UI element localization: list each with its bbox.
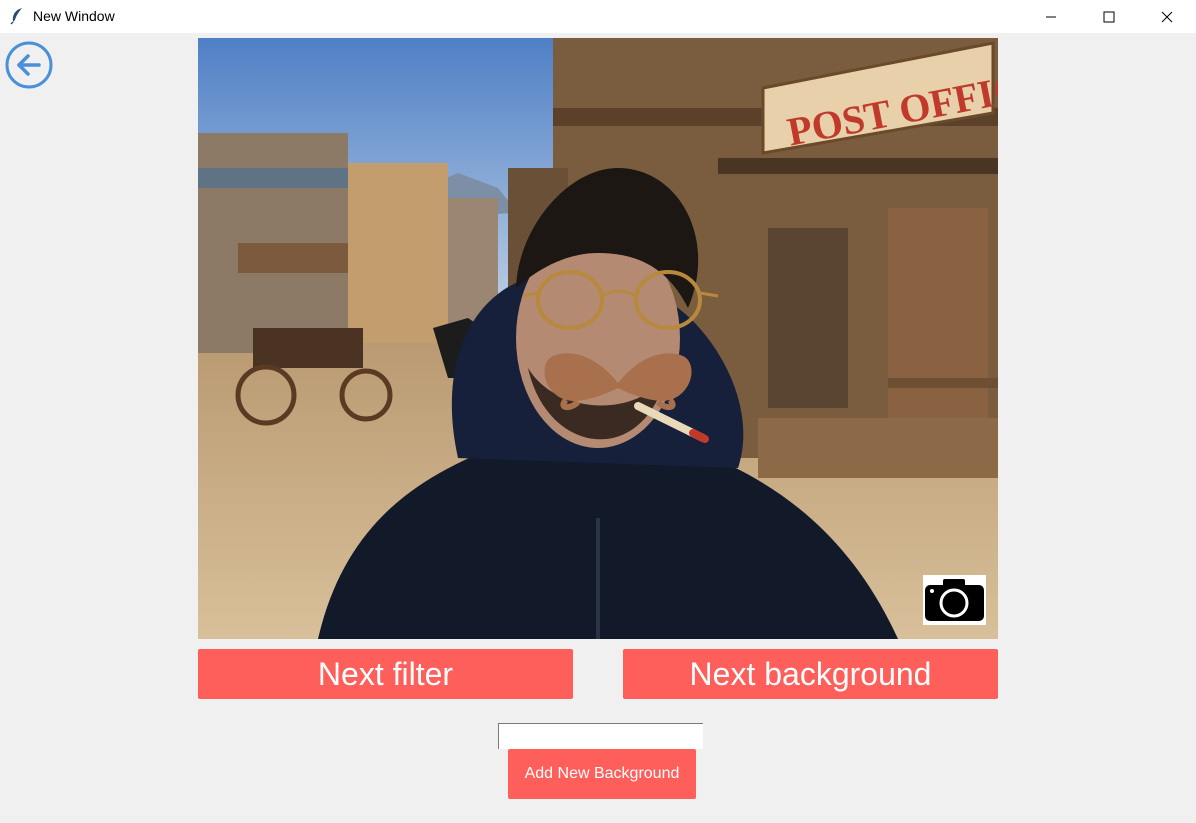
arrow-left-icon: [5, 41, 53, 89]
minimize-icon: [1046, 16, 1056, 17]
camera-preview: POST OFFICE: [198, 38, 998, 639]
capture-photo-button[interactable]: [923, 575, 986, 625]
window-title: New Window: [33, 8, 115, 24]
title-bar: New Window: [0, 0, 1196, 33]
close-icon: [1161, 11, 1173, 22]
close-button[interactable]: [1138, 0, 1196, 33]
add-new-background-button[interactable]: Add New Background: [508, 749, 696, 799]
left-building-2: [348, 163, 448, 343]
background-path-input[interactable]: [498, 723, 703, 749]
camera-icon: [925, 579, 984, 621]
maximize-button[interactable]: [1080, 0, 1138, 33]
minimize-button[interactable]: [1022, 0, 1080, 33]
next-background-button[interactable]: Next background: [623, 649, 998, 699]
back-button[interactable]: [4, 40, 54, 90]
feather-icon: [9, 7, 25, 25]
next-filter-button[interactable]: Next filter: [198, 649, 573, 699]
maximize-icon: [1103, 11, 1115, 22]
